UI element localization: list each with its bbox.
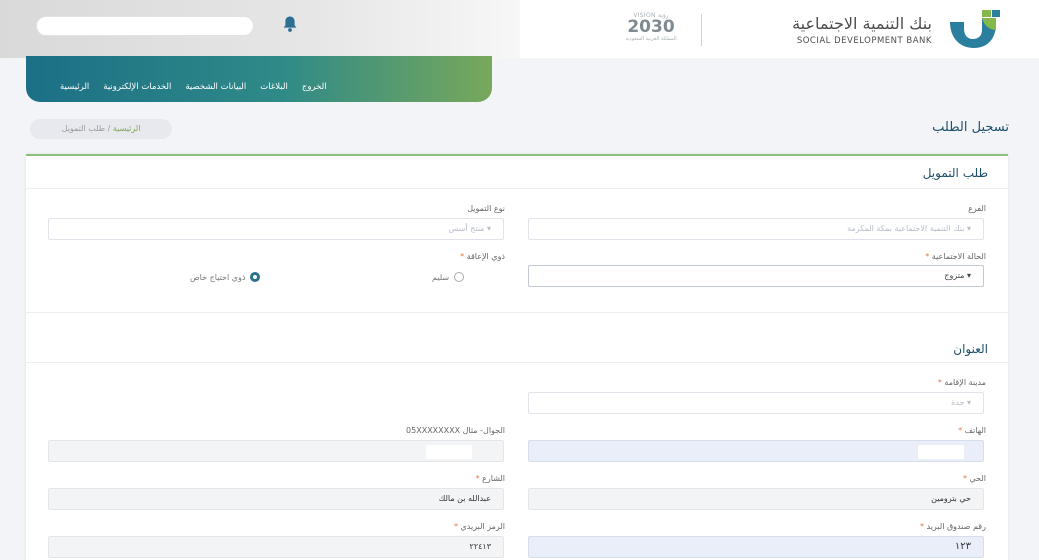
radio-on-icon [250, 272, 261, 282]
city-label-text: مدينة الإقامة [944, 378, 986, 387]
breadcrumb: الرئيسية / طلب التمويل [30, 119, 172, 139]
pobox-label: رقم صندوق البريد * [920, 522, 986, 531]
nav-item-e-services[interactable]: الخدمات الإلكترونية [103, 82, 171, 98]
nav-item-reports[interactable]: البلاغات [260, 82, 288, 98]
page-title: تسجيل الطلب [932, 120, 1009, 135]
phone-mask [918, 445, 964, 459]
phone-label: الهاتف * [958, 426, 986, 435]
breadcrumb-home[interactable]: الرئيسية [113, 124, 141, 133]
section-divider [26, 188, 1008, 189]
zip-label-text: الرمز البريدي [460, 522, 506, 531]
district-label-text: الحي [969, 474, 987, 483]
required-mark: * [925, 252, 930, 261]
form-card: طلب التمويل الفرع ▾ بنك التنمية الاجتماع… [26, 154, 1008, 560]
required-mark: * [475, 474, 480, 483]
disability-label-text: ذوي الإعاقة [466, 252, 505, 261]
financing-type-select[interactable]: ▾ منتج أسس [48, 218, 504, 240]
vision-year: 2030 [627, 17, 675, 37]
breadcrumb-current: طلب التمويل [61, 124, 106, 133]
radio-healthy[interactable]: سليم [432, 272, 465, 282]
social-status-label-text: الحالة الاجتماعية [931, 252, 986, 261]
city-label: مدينة الإقامة * [938, 378, 986, 387]
required-mark: * [958, 426, 963, 435]
chevron-down-icon: ▾ [966, 224, 971, 233]
pobox-label-text: رقم صندوق البريد [926, 522, 987, 531]
top-header: VISION رؤية 2030 المملكة العربية السعودي… [0, 0, 1039, 58]
street-input[interactable]: عبدالله بن مالك [48, 488, 504, 510]
radio-special-needs[interactable]: ذوي احتياج خاص [190, 272, 261, 282]
nav-item-personal-data[interactable]: البيانات الشخصية [185, 82, 246, 98]
radio-healthy-label: سليم [432, 272, 450, 282]
chevron-down-icon: ▾ [966, 398, 971, 407]
branch-value: بنك التنمية الاجتماعية بمكة المكرمة [847, 224, 965, 233]
nav-item-home[interactable]: الرئيسية [60, 82, 89, 98]
phone-label-text: الهاتف [964, 426, 986, 435]
logo-arabic-text: بنك التنمية الاجتماعية [792, 14, 932, 33]
phone-input[interactable] [528, 440, 984, 462]
street-label-text: الشارع [482, 474, 505, 483]
required-mark: * [937, 378, 942, 387]
pobox-input[interactable]: ١٢٣ [528, 536, 984, 558]
bank-logo-icon[interactable] [942, 8, 1002, 50]
district-label: الحي * [963, 474, 986, 483]
radio-off-icon [454, 272, 465, 282]
city-value: جدة [951, 398, 965, 407]
logo-english-text: SOCIAL DEVELOPMENT BANK [796, 36, 932, 46]
mobile-label: الجوال- مثال 05XXXXXXXX [406, 426, 505, 435]
header-divider [701, 14, 702, 46]
branch-label: الفرع [968, 204, 986, 213]
required-mark: * [460, 252, 465, 261]
section-divider [26, 362, 1008, 363]
address-section-title: العنوان [953, 342, 988, 356]
required-mark: * [962, 474, 967, 483]
required-mark: * [453, 522, 458, 531]
financing-type-value: منتج أسس [448, 224, 485, 233]
social-status-select[interactable]: ▾ متزوج [528, 265, 984, 287]
mobile-mask [426, 445, 472, 459]
district-input[interactable]: حي بترومين [528, 488, 984, 510]
required-mark: * [919, 522, 924, 531]
financing-section-title: طلب التمويل [922, 166, 988, 180]
social-status-label: الحالة الاجتماعية * [925, 252, 986, 261]
section-divider [26, 312, 1008, 313]
financing-type-label: نوع التمويل [467, 204, 505, 213]
vision-bottom-text: المملكة العربية السعودية [625, 36, 677, 42]
main-nav: الرئيسية الخدمات الإلكترونية البيانات ال… [60, 82, 464, 98]
search-input[interactable] [36, 16, 254, 36]
zip-label: الرمز البريدي * [454, 522, 505, 531]
chevron-down-icon: ▾ [486, 224, 491, 233]
city-select[interactable]: ▾ جدة [528, 392, 984, 414]
chevron-down-icon: ▾ [966, 271, 971, 280]
branch-select[interactable]: ▾ بنك التنمية الاجتماعية بمكة المكرمة [528, 218, 984, 240]
disability-label: ذوي الإعاقة * [460, 252, 505, 261]
zip-input[interactable]: ٢٢٤١٣ [48, 536, 504, 558]
street-label: الشارع * [476, 474, 505, 483]
breadcrumb-separator: / [105, 124, 113, 133]
social-status-value: متزوج [944, 271, 965, 280]
radio-special-label: ذوي احتياج خاص [190, 272, 246, 282]
nav-item-logout[interactable]: الخروج [302, 82, 327, 98]
vision-2030-logo: VISION رؤية 2030 المملكة العربية السعودي… [612, 12, 690, 48]
bell-icon[interactable] [282, 15, 298, 33]
